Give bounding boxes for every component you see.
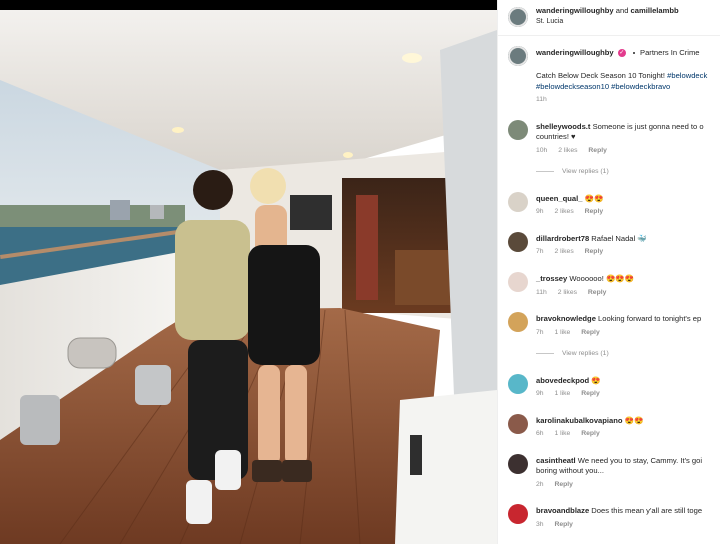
comment-time: 2h — [536, 481, 544, 488]
caption-meta: 11h — [536, 96, 556, 103]
reply-button[interactable]: Reply — [588, 147, 607, 154]
comment-line: _trossey Woooooo! 😍😍😍 — [536, 273, 634, 284]
verified-icon: ✓ — [617, 49, 626, 57]
comment-username[interactable]: casintheatl — [536, 456, 576, 465]
post-photo[interactable] — [0, 10, 497, 544]
comment-likes[interactable]: 1 like — [554, 430, 570, 437]
comment-text: Someone is just gonna need to o — [592, 122, 704, 131]
comment-avatar[interactable] — [508, 374, 528, 394]
comment-text-cont: boring without you... — [536, 466, 604, 475]
comment-username[interactable]: _trossey — [536, 274, 567, 283]
caption-hashtag[interactable]: #belowdeck — [667, 71, 707, 80]
comment-meta: 10h 2 likes Reply — [536, 147, 616, 154]
comment-line: queen_qual_ 😍😍 — [536, 193, 603, 204]
caption-label: Partners In Crime — [640, 48, 700, 57]
post-header: wanderingwilloughby and camillelambb St.… — [498, 0, 720, 36]
yacht-deck-photo — [0, 10, 497, 544]
comment-avatar[interactable] — [508, 272, 528, 292]
header-location[interactable]: St. Lucia — [536, 16, 563, 27]
comment-time: 7h — [536, 329, 544, 336]
reply-button[interactable]: Reply — [554, 481, 573, 488]
header-username[interactable]: wanderingwilloughby — [536, 6, 614, 15]
comment-username[interactable]: karolinakubalkovapiano — [536, 416, 623, 425]
comment-username[interactable]: bravoandblaze — [536, 506, 589, 515]
caption-line-0: wanderingwilloughby ✓ Partners In Crime — [536, 47, 700, 58]
comment-username[interactable]: shelleywoods.t — [536, 122, 590, 131]
comment-avatar[interactable] — [508, 232, 528, 252]
caption-hashtags[interactable]: #belowdeckseason10 #belowdeckbravo — [536, 81, 670, 92]
caption-avatar[interactable] — [508, 46, 528, 66]
comment-username[interactable]: dillardrobert78 — [536, 234, 589, 243]
comment-username[interactable]: bravoknowledge — [536, 314, 596, 323]
caption-line-1: Catch Below Deck Season 10 Tonight! #bel… — [536, 70, 707, 81]
comment-likes[interactable]: 1 like — [554, 390, 570, 397]
reply-button[interactable]: Reply — [581, 390, 600, 397]
caption-dot — [632, 52, 635, 54]
comment-meta: 2h Reply — [536, 481, 582, 488]
comment-likes[interactable]: 2 likes — [558, 289, 577, 296]
reply-button[interactable]: Reply — [554, 521, 573, 528]
comment-line: bravoandblaze Does this mean y'all are s… — [536, 505, 702, 516]
caption-username[interactable]: wanderingwilloughby — [536, 48, 614, 57]
reply-button[interactable]: Reply — [585, 248, 604, 255]
reply-button[interactable]: Reply — [585, 208, 604, 215]
comment-meta: 9h 1 like Reply — [536, 390, 609, 397]
comment-text: Rafael Nadal 🐳 — [591, 234, 647, 243]
reply-button[interactable]: Reply — [588, 289, 607, 296]
comment-time: 10h — [536, 147, 548, 154]
comment-time: 9h — [536, 208, 544, 215]
comment-time: 9h — [536, 390, 544, 397]
comment-time: 7h — [536, 248, 544, 255]
comment-username[interactable]: queen_qual_ — [536, 194, 582, 203]
comment-time: 6h — [536, 430, 544, 437]
comment-avatar[interactable] — [508, 312, 528, 332]
comment-meta: 7h 2 likes Reply — [536, 248, 612, 255]
comment-text: Woooooo! 😍😍😍 — [569, 274, 635, 283]
comment-time: 3h — [536, 521, 544, 528]
comment-avatar[interactable] — [508, 454, 528, 474]
comment-line: karolinakubalkovapiano 😍😍 — [536, 415, 644, 426]
comment-line: abovedeckpod 😍 — [536, 375, 601, 386]
comment-meta: 7h 1 like Reply — [536, 329, 609, 336]
comment-avatar[interactable] — [508, 192, 528, 212]
comment-likes[interactable]: 2 likes — [554, 208, 573, 215]
comment-text: 😍 — [591, 376, 601, 385]
view-replies-button[interactable]: View replies (1) — [536, 168, 609, 175]
reply-button[interactable]: Reply — [581, 329, 600, 336]
comment-line: dillardrobert78 Rafael Nadal 🐳 — [536, 233, 647, 244]
comment-meta: 3h Reply — [536, 521, 582, 528]
header-conjunction: and — [615, 6, 629, 15]
comment-avatar[interactable] — [508, 414, 528, 434]
comments-panel: wanderingwilloughby and camillelambb St.… — [497, 0, 720, 544]
header-collaborator[interactable]: camillelambb — [631, 6, 679, 15]
reply-button[interactable]: Reply — [581, 430, 600, 437]
comment-text: 😍😍 — [584, 194, 604, 203]
comment-avatar[interactable] — [508, 504, 528, 524]
photo-top-bar — [0, 0, 497, 10]
header-avatar[interactable] — [508, 7, 528, 27]
comment-time: 11h — [536, 289, 547, 296]
comment-text: We need you to stay, Cammy. It's goi — [577, 456, 703, 465]
comment-username[interactable]: abovedeckpod — [536, 376, 589, 385]
comment-likes[interactable]: 2 likes — [554, 248, 573, 255]
comment-meta: 11h 2 likes Reply — [536, 289, 615, 296]
comment-likes[interactable]: 2 likes — [558, 147, 577, 154]
comment-line: bravoknowledge Looking forward to tonigh… — [536, 313, 701, 324]
comment-likes[interactable]: 1 like — [554, 329, 570, 336]
header-authors: wanderingwilloughby and camillelambb — [536, 5, 679, 16]
comment-text-cont: countries! ♥ — [536, 132, 576, 141]
comment-text: Looking forward to tonight's ep — [598, 314, 702, 323]
comment-avatar[interactable] — [508, 120, 528, 140]
caption-text: Catch Below Deck Season 10 Tonight! — [536, 71, 668, 80]
view-replies-button[interactable]: View replies (1) — [536, 350, 609, 357]
comment-text: Does this mean y'all are still toge — [591, 506, 703, 515]
comment-meta: 9h 2 likes Reply — [536, 208, 612, 215]
comment-text: 😍😍 — [624, 416, 644, 425]
caption-time: 11h — [536, 96, 547, 103]
comment-meta: 6h 1 like Reply — [536, 430, 609, 437]
